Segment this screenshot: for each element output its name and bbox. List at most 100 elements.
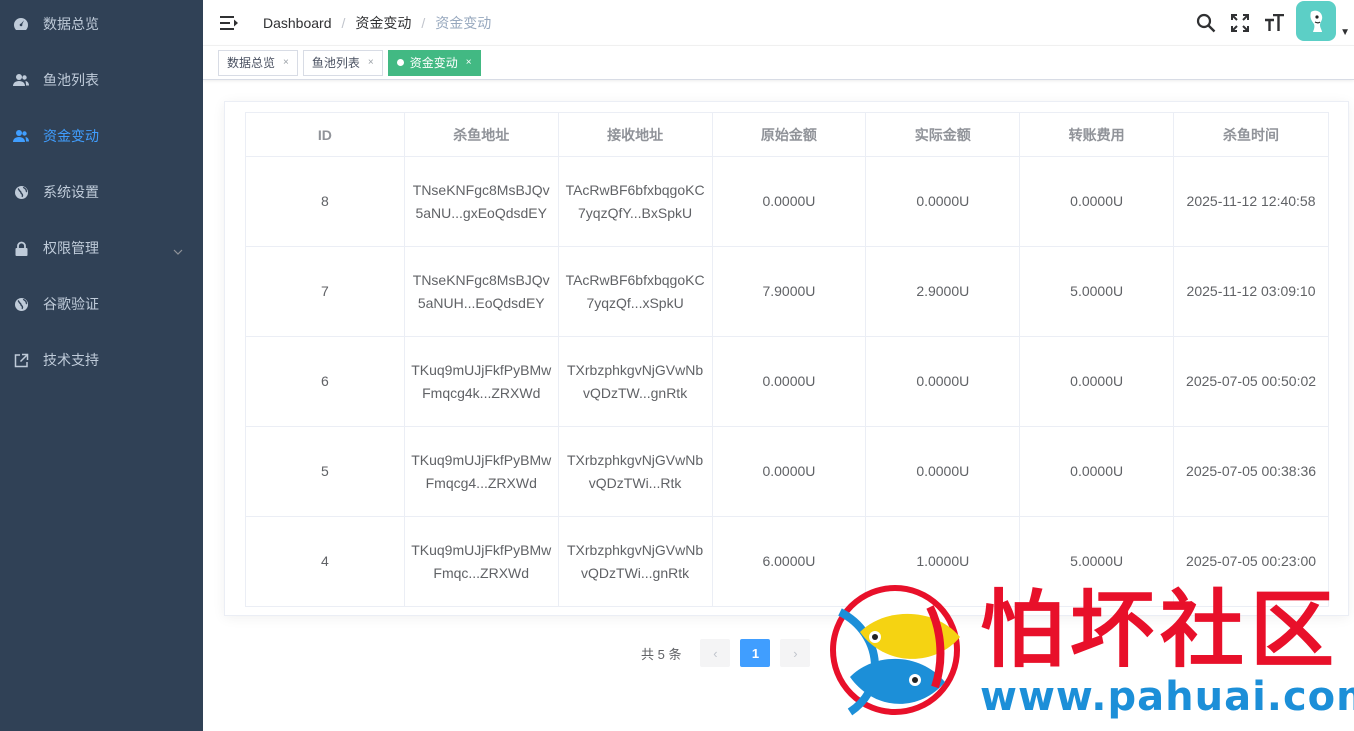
avatar[interactable] <box>1296 1 1337 41</box>
fullscreen-icon[interactable] <box>1223 0 1257 46</box>
receive-address-cell: TAcRwBF6bfxbqgoKC7yqzQfY...BxSpkU <box>557 156 713 247</box>
column-header: 转账费用 <box>1019 112 1175 157</box>
users-icon <box>12 127 30 145</box>
font-size-icon[interactable] <box>1257 0 1291 46</box>
sidebar-item-label: 资金变动 <box>43 128 99 144</box>
breadcrumb-separator: / <box>341 14 346 31</box>
user-menu[interactable]: ▼ <box>1296 0 1350 46</box>
lock-icon <box>12 239 30 257</box>
sidebar-item-fishpool[interactable]: 鱼池列表 <box>0 52 203 108</box>
users-icon <box>12 71 30 89</box>
sidebar-item-support[interactable]: 技术支持 <box>0 332 203 388</box>
actual-amount-cell: 0.0000U <box>865 336 1021 427</box>
table-row: 8 TNseKNFgc8MsBJQv5aNU...gxEoQdsdEY TAcR… <box>245 156 1329 247</box>
chevron-down-icon <box>173 242 183 258</box>
time-cell: 2025-11-12 12:40:58 <box>1173 156 1329 247</box>
fee-cell: 0.0000U <box>1019 336 1175 427</box>
prev-page-button[interactable]: ‹ <box>700 639 731 667</box>
sidebar-item-overview[interactable]: 数据总览 <box>0 0 203 52</box>
external-link-icon <box>12 351 30 369</box>
sidebar-item-settings[interactable]: 系统设置 <box>0 164 203 220</box>
id-cell: 6 <box>245 336 405 427</box>
receive-address-cell: TXrbzphkgvNjGVwNbvQDzTWi...gnRtk <box>557 516 713 607</box>
receive-address-cell: TAcRwBF6bfxbqgoKC7yqzQf...xSpkU <box>557 246 713 337</box>
id-cell: 8 <box>245 156 405 247</box>
tag-fishpool[interactable]: 鱼池列表 × <box>302 49 383 76</box>
dashboard-icon <box>12 15 30 33</box>
sidebar-item-label: 谷歌验证 <box>43 296 99 312</box>
breadcrumb-item[interactable]: Dashboard <box>263 15 332 31</box>
tag-funds[interactable]: 资金变动 × <box>387 49 481 76</box>
sidebar-item-funds[interactable]: 资金变动 <box>0 108 203 164</box>
sidebar-item-label: 系统设置 <box>43 184 99 200</box>
table-row: 6 TKuq9mUJjFkfPyBMwFmqcg4k...ZRXWd TXrbz… <box>245 336 1329 427</box>
close-icon[interactable]: × <box>466 57 472 68</box>
sidebar-item-google-auth[interactable]: 谷歌验证 <box>0 276 203 332</box>
table-card: ID 杀鱼地址 接收地址 原始金额 实际金额 转账费用 杀鱼时间 8 TNseK… <box>224 101 1349 616</box>
receive-address-cell: TXrbzphkgvNjGVwNbvQDzTW...gnRtk <box>557 336 713 427</box>
actual-amount-cell: 2.9000U <box>865 246 1021 337</box>
original-amount-cell: 0.0000U <box>711 426 867 517</box>
original-amount-cell: 7.9000U <box>711 246 867 337</box>
sidebar-item-label: 技术支持 <box>43 352 99 368</box>
hamburger-icon[interactable] <box>220 15 238 31</box>
globe-icon <box>12 183 30 201</box>
caret-down-icon[interactable]: ▼ <box>1340 27 1350 38</box>
table-row: 5 TKuq9mUJjFkfPyBMwFmqcg4...ZRXWd TXrbzp… <box>245 426 1329 517</box>
table-row: 7 TNseKNFgc8MsBJQv5aNUH...EoQdsdEY TAcRw… <box>245 246 1329 337</box>
breadcrumb-item[interactable]: 资金变动 <box>355 13 411 33</box>
sidebar: 数据总览 鱼池列表 资金变动 系统设置 权限管理 谷歌验证 技术支持 <box>0 0 203 731</box>
breadcrumb: Dashboard / 资金变动 / 资金变动 <box>263 13 491 33</box>
actual-amount-cell: 0.0000U <box>865 156 1021 247</box>
receive-address-cell: TXrbzphkgvNjGVwNbvQDzTWi...Rtk <box>557 426 713 517</box>
close-icon[interactable]: × <box>283 57 289 68</box>
sidebar-item-label: 鱼池列表 <box>43 72 99 88</box>
column-header: 实际金额 <box>865 112 1021 157</box>
column-header: ID <box>245 112 405 157</box>
tag-label: 数据总览 <box>227 56 276 70</box>
id-cell: 5 <box>245 426 405 517</box>
actual-amount-cell: 0.0000U <box>865 426 1021 517</box>
time-cell: 2025-07-05 00:50:02 <box>1173 336 1329 427</box>
time-cell: 2025-07-05 00:38:36 <box>1173 426 1329 517</box>
pagination: 共 5 条 ‹ 1 › <box>641 639 815 667</box>
navbar: Dashboard / 资金变动 / 资金变动 ▼ <box>203 0 1354 46</box>
navbar-right: ▼ <box>1189 0 1354 46</box>
breadcrumb-item-current: 资金变动 <box>435 14 492 31</box>
breadcrumb-separator: / <box>421 14 426 31</box>
column-header: 杀鱼时间 <box>1173 112 1329 157</box>
tag-label: 资金变动 <box>409 56 458 70</box>
next-page-button[interactable]: › <box>780 639 811 667</box>
sidebar-item-permissions[interactable]: 权限管理 <box>0 220 203 276</box>
kill-address-cell: TNseKNFgc8MsBJQv5aNU...gxEoQdsdEY <box>403 156 559 247</box>
fee-cell: 5.0000U <box>1019 246 1175 337</box>
watermark-url: www.pahuai.com <box>980 674 1354 720</box>
sidebar-item-label: 数据总览 <box>43 16 99 32</box>
tag-overview[interactable]: 数据总览 × <box>218 49 298 76</box>
time-cell: 2025-11-12 03:09:10 <box>1173 246 1329 337</box>
column-header: 原始金额 <box>711 112 867 157</box>
watermark-title: 怕坏社区 <box>980 581 1341 679</box>
fee-cell: 0.0000U <box>1019 156 1175 247</box>
original-amount-cell: 0.0000U <box>711 156 867 247</box>
kill-address-cell: TNseKNFgc8MsBJQv5aNUH...EoQdsdEY <box>403 246 559 337</box>
page-number-button[interactable]: 1 <box>740 639 771 667</box>
column-header: 接收地址 <box>557 112 713 157</box>
search-icon[interactable] <box>1189 0 1223 46</box>
funds-table: ID 杀鱼地址 接收地址 原始金额 实际金额 转账费用 杀鱼时间 8 TNseK… <box>245 112 1329 607</box>
tags-view: 数据总览 × 鱼池列表 × 资金变动 × <box>203 46 1354 80</box>
active-dot-icon <box>396 59 404 66</box>
kill-address-cell: TKuq9mUJjFkfPyBMwFmqcg4...ZRXWd <box>403 426 559 517</box>
column-header: 杀鱼地址 <box>403 112 559 157</box>
original-amount-cell: 0.0000U <box>711 336 867 427</box>
globe-icon <box>12 295 30 313</box>
pagination-total: 共 5 条 <box>641 646 682 662</box>
watermark-logo-icon <box>830 585 960 716</box>
watermark: 怕坏社区 www.pahuai.com <box>820 581 1354 722</box>
close-icon[interactable]: × <box>368 57 374 68</box>
table-header-row: ID 杀鱼地址 接收地址 原始金额 实际金额 转账费用 杀鱼时间 <box>245 112 1329 157</box>
sidebar-item-label: 权限管理 <box>43 240 99 256</box>
kill-address-cell: TKuq9mUJjFkfPyBMwFmqcg4k...ZRXWd <box>403 336 559 427</box>
kill-address-cell: TKuq9mUJjFkfPyBMwFmqc...ZRXWd <box>403 516 559 607</box>
id-cell: 4 <box>245 516 405 607</box>
